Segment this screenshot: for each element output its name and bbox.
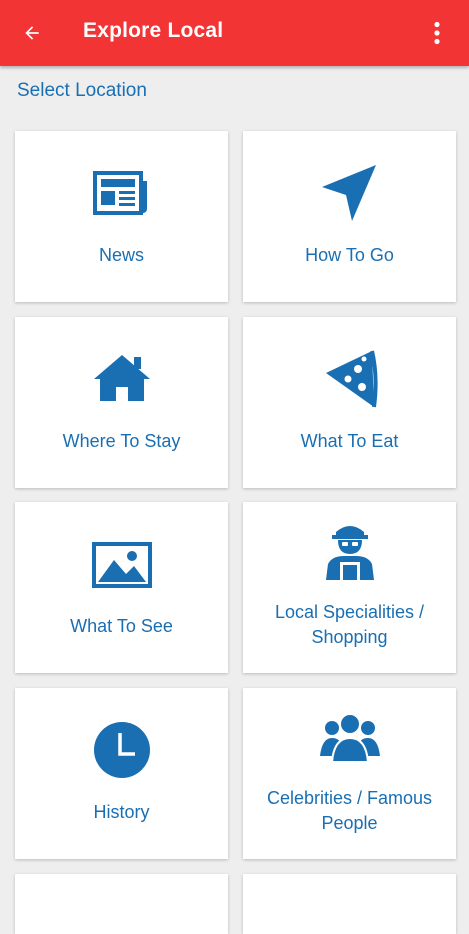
tile-what-to-eat[interactable]: What To Eat [243,317,456,488]
tile-partial[interactable] [243,874,456,934]
tile-label: Celebrities / Famous People [266,788,433,833]
tile-label: How To Go [305,245,394,265]
more-vert-icon [434,21,440,45]
home-icon [15,353,228,403]
pizza-icon [243,347,456,409]
group-people-icon [243,710,456,766]
page-title: Explore Local [83,19,224,42]
tile-partial[interactable] [15,874,228,934]
newspaper-icon [15,169,228,217]
navigation-arrow-icon [243,163,456,223]
tile-what-to-see[interactable]: What To See [15,502,228,673]
tile-history[interactable]: History [15,688,228,859]
app-bar: Explore Local [0,0,469,66]
tile-label: News [98,245,144,265]
tile-label: Local Specialities / Shopping [274,602,425,647]
tile-label: History [93,802,150,822]
clock-icon [15,721,228,779]
tile-grid: News How To Go Where To Stay What To Eat… [0,0,469,934]
tile-where-to-stay[interactable]: Where To Stay [15,317,228,488]
overflow-menu-button[interactable] [419,15,455,51]
tile-label: What To See [70,616,173,636]
arrow-back-icon [25,26,39,40]
landscape-image-icon [15,542,228,588]
tile-celebrities[interactable]: Celebrities / Famous People [243,688,456,859]
tile-news[interactable]: News [15,131,228,302]
tile-label: Where To Stay [62,431,181,451]
tile-how-to-go[interactable]: How To Go [243,131,456,302]
vendor-person-icon [243,522,456,582]
back-button[interactable] [14,15,50,51]
tile-local-specialities[interactable]: Local Specialities / Shopping [243,502,456,673]
tile-label: What To Eat [300,431,399,451]
